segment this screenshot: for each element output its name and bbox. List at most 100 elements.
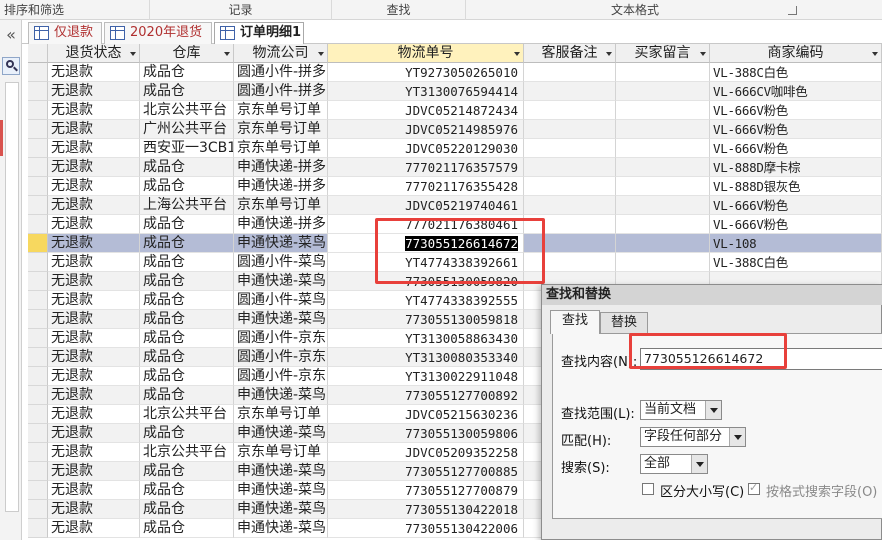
logistics-company-cell[interactable]: 京东单号订单	[234, 101, 328, 120]
tracking-number-cell[interactable]: JDVC05219740461	[328, 196, 524, 215]
record-selector[interactable]	[28, 291, 48, 310]
refund-status-cell[interactable]: 无退款	[48, 253, 140, 272]
warehouse-cell[interactable]: 成品仓	[140, 519, 234, 538]
merchant-code-cell[interactable]: VL-388C白色	[710, 63, 882, 82]
refund-status-cell[interactable]: 无退款	[48, 519, 140, 538]
record-selector[interactable]	[28, 481, 48, 500]
logistics-company-cell[interactable]: 申通快递-菜鸟	[234, 386, 328, 405]
service-note-cell[interactable]	[524, 215, 616, 234]
logistics-company-cell[interactable]: 申通快递-菜鸟	[234, 481, 328, 500]
warehouse-cell[interactable]: 成品仓	[140, 462, 234, 481]
tracking-number-cell[interactable]: YT3130076594414	[328, 82, 524, 101]
tracking-number-cell[interactable]: 773055126614672	[328, 234, 524, 253]
record-selector[interactable]	[28, 177, 48, 196]
service-note-cell[interactable]	[524, 177, 616, 196]
refund-status-cell[interactable]: 无退款	[48, 443, 140, 462]
warehouse-cell[interactable]: 成品仓	[140, 253, 234, 272]
tracking-number-cell[interactable]: YT3130058863430	[328, 329, 524, 348]
tracking-number-cell[interactable]: JDVC05209352258	[328, 443, 524, 462]
table-row[interactable]: 无退款 成品仓 圆通小件-菜鸟 YT4774338392661 VL-388C白色	[28, 253, 882, 272]
tracking-number-cell[interactable]: YT4774338392555	[328, 291, 524, 310]
look-in-select[interactable]: 当前文档	[640, 400, 722, 420]
service-note-cell[interactable]	[524, 139, 616, 158]
service-note-cell[interactable]	[524, 120, 616, 139]
tracking-number-cell[interactable]: YT3130022911048	[328, 367, 524, 386]
service-note-cell[interactable]	[524, 63, 616, 82]
merchant-code-cell[interactable]: VL-888D银灰色	[710, 177, 882, 196]
table-row[interactable]: 无退款 上海公共平台 京东单号订单 JDVC05219740461 VL-666V粉色	[28, 196, 882, 215]
record-selector[interactable]	[28, 310, 48, 329]
match-select[interactable]: 字段任何部分	[640, 427, 746, 447]
tracking-number-cell[interactable]: 773055130422006	[328, 519, 524, 538]
buyer-message-cell[interactable]	[616, 253, 710, 272]
warehouse-cell[interactable]: 成品仓	[140, 234, 234, 253]
tracking-number-cell[interactable]: JDVC05215630236	[328, 405, 524, 424]
header-logistics-company[interactable]: 物流公司	[234, 44, 328, 63]
logistics-company-cell[interactable]: 申通快递-菜鸟	[234, 462, 328, 481]
logistics-company-cell[interactable]: 申通快递-菜鸟	[234, 424, 328, 443]
buyer-message-cell[interactable]	[616, 101, 710, 120]
buyer-message-cell[interactable]	[616, 63, 710, 82]
logistics-company-cell[interactable]: 圆通小件-菜鸟	[234, 291, 328, 310]
warehouse-cell[interactable]: 西安亚一3CB1	[140, 139, 234, 158]
buyer-message-cell[interactable]	[616, 234, 710, 253]
refund-status-cell[interactable]: 无退款	[48, 215, 140, 234]
record-selector[interactable]	[28, 329, 48, 348]
warehouse-cell[interactable]: 成品仓	[140, 177, 234, 196]
record-selector[interactable]	[28, 196, 48, 215]
tab-find[interactable]: 查找	[550, 310, 600, 334]
logistics-company-cell[interactable]: 申通快递-菜鸟	[234, 234, 328, 253]
refund-status-cell[interactable]: 无退款	[48, 291, 140, 310]
warehouse-cell[interactable]: 成品仓	[140, 329, 234, 348]
service-note-cell[interactable]	[524, 253, 616, 272]
merchant-code-cell[interactable]: VL-388C白色	[710, 253, 882, 272]
search-direction-select[interactable]: 全部	[640, 454, 708, 474]
tab-refund-only[interactable]: 仅退款	[28, 22, 102, 44]
record-selector[interactable]	[28, 139, 48, 158]
filter-dropdown-icon[interactable]	[700, 52, 706, 56]
refund-status-cell[interactable]: 无退款	[48, 329, 140, 348]
search-icon[interactable]	[2, 57, 20, 75]
filter-dropdown-icon[interactable]	[130, 52, 136, 56]
refund-status-cell[interactable]: 无退款	[48, 386, 140, 405]
service-note-cell[interactable]	[524, 101, 616, 120]
tracking-number-cell[interactable]: JDVC05220129030	[328, 139, 524, 158]
record-selector[interactable]	[28, 158, 48, 177]
logistics-company-cell[interactable]: 申通快递-菜鸟	[234, 310, 328, 329]
warehouse-cell[interactable]: 成品仓	[140, 158, 234, 177]
record-selector[interactable]	[28, 348, 48, 367]
buyer-message-cell[interactable]	[616, 139, 710, 158]
refund-status-cell[interactable]: 无退款	[48, 120, 140, 139]
warehouse-cell[interactable]: 成品仓	[140, 63, 234, 82]
logistics-company-cell[interactable]: 圆通小件-拼多	[234, 82, 328, 101]
refund-status-cell[interactable]: 无退款	[48, 158, 140, 177]
warehouse-cell[interactable]: 成品仓	[140, 310, 234, 329]
tracking-number-cell[interactable]: 777021176380461	[328, 215, 524, 234]
refund-status-cell[interactable]: 无退款	[48, 481, 140, 500]
refund-status-cell[interactable]: 无退款	[48, 272, 140, 291]
table-row[interactable]: 无退款 成品仓 申通快递-拼多 777021176380461 VL-666V粉色	[28, 215, 882, 234]
record-selector[interactable]	[28, 272, 48, 291]
logistics-company-cell[interactable]: 申通快递-拼多	[234, 158, 328, 177]
select-all-corner[interactable]	[28, 44, 48, 63]
header-buyer-message[interactable]: 买家留言	[616, 44, 710, 63]
filter-dropdown-icon[interactable]	[224, 52, 230, 56]
record-selector[interactable]	[28, 500, 48, 519]
refund-status-cell[interactable]: 无退款	[48, 177, 140, 196]
merchant-code-cell[interactable]: VL-888D摩卡棕	[710, 158, 882, 177]
tracking-number-cell[interactable]: YT9273050265010	[328, 63, 524, 82]
warehouse-cell[interactable]: 成品仓	[140, 215, 234, 234]
table-row[interactable]: 无退款 北京公共平台 京东单号订单 JDVC05214872434 VL-666V粉色	[28, 101, 882, 120]
logistics-company-cell[interactable]: 申通快递-菜鸟	[234, 519, 328, 538]
warehouse-cell[interactable]: 成品仓	[140, 367, 234, 386]
table-row[interactable]: 无退款 成品仓 申通快递-菜鸟 773055126614672 VL-108	[28, 234, 882, 253]
logistics-company-cell[interactable]: 京东单号订单	[234, 120, 328, 139]
merchant-code-cell[interactable]: VL-666V粉色	[710, 120, 882, 139]
header-service-note[interactable]: 客服备注	[524, 44, 616, 63]
refund-status-cell[interactable]: 无退款	[48, 310, 140, 329]
warehouse-cell[interactable]: 成品仓	[140, 424, 234, 443]
record-selector[interactable]	[28, 367, 48, 386]
refund-status-cell[interactable]: 无退款	[48, 462, 140, 481]
record-selector[interactable]	[28, 405, 48, 424]
merchant-code-cell[interactable]: VL-666V粉色	[710, 196, 882, 215]
